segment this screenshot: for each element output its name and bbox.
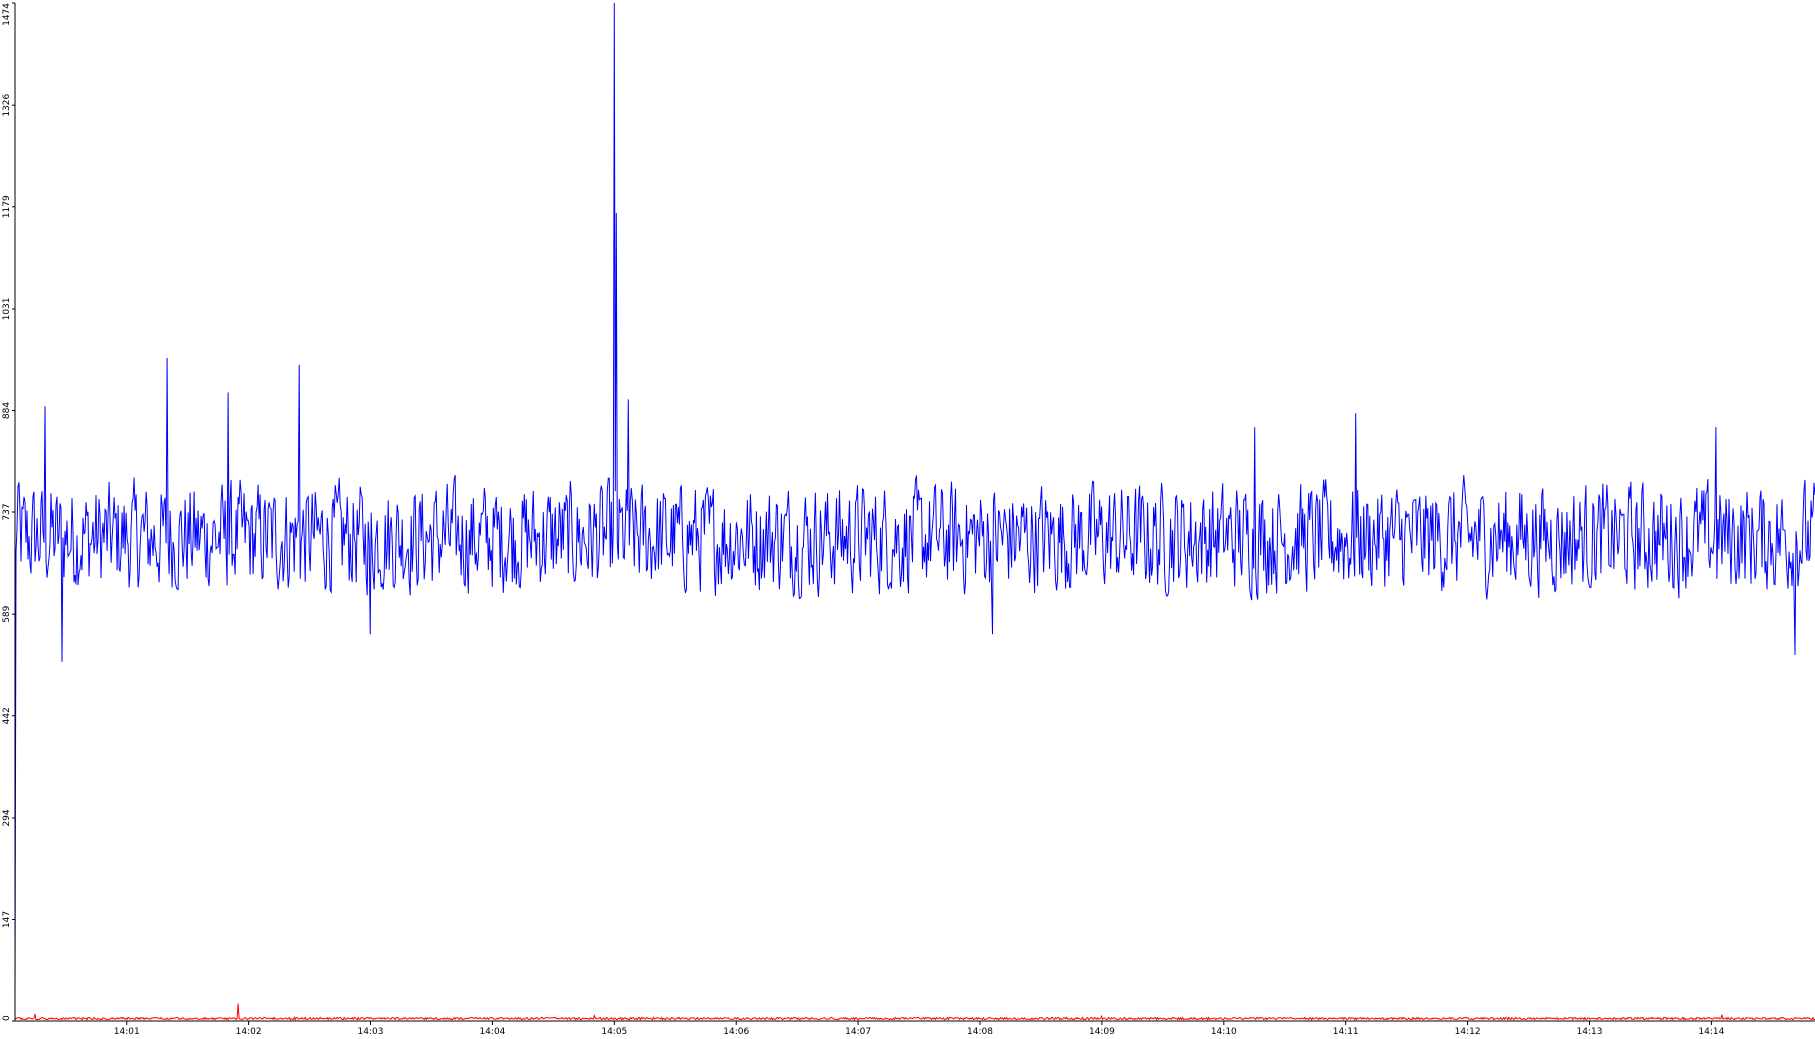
x-tick-label: 14:04 [479, 1027, 505, 1037]
y-tick-label: 1474 [2, 3, 12, 26]
series-layer [14, 2, 1815, 1021]
y-tick-label: 884 [2, 402, 12, 419]
x-tick-label: 14:01 [114, 1027, 140, 1037]
x-tick-label: 14:05 [601, 1027, 627, 1037]
line-chart: 0 147 294 442 589 737 884 1031 1179 1326 1474 14:01… [2, 2, 1815, 1037]
x-tick-label: 14:11 [1333, 1027, 1359, 1037]
y-tick-label: 294 [2, 809, 12, 826]
series-line-0 [14, 2, 1815, 1001]
y-tick-label: 0 [2, 1015, 12, 1021]
x-tick-label: 14:06 [723, 1027, 749, 1037]
x-tick-label: 14:03 [358, 1027, 384, 1037]
x-tick-label: 14:07 [845, 1027, 871, 1037]
x-tick-label: 14:12 [1455, 1027, 1481, 1037]
y-tick-label: 147 [2, 911, 12, 928]
x-tick-label: 14:14 [1698, 1027, 1724, 1037]
y-tick-label: 1031 [2, 297, 12, 320]
x-tick-label: 14:09 [1089, 1027, 1115, 1037]
x-tick-label: 14:08 [967, 1027, 993, 1037]
series-line-1 [14, 1003, 1815, 1021]
x-tick-label: 14:10 [1211, 1027, 1237, 1037]
x-tick-label: 14:13 [1577, 1027, 1603, 1037]
chart-container: 0 147 294 442 589 737 884 1031 1179 1326 1474 14:01… [0, 0, 1815, 1039]
y-tick-label: 442 [2, 707, 12, 724]
x-tick-label: 14:02 [236, 1027, 262, 1037]
y-tick-label: 589 [2, 605, 12, 622]
y-tick-label: 737 [2, 503, 12, 520]
y-tick-label: 1179 [2, 195, 12, 218]
y-tick-label: 1326 [2, 93, 12, 116]
